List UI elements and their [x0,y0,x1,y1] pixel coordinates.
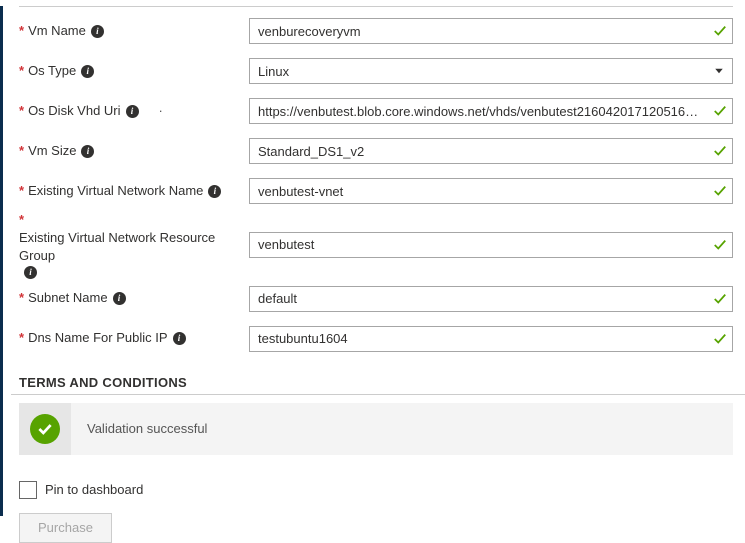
required-asterisk: * [19,211,24,229]
divider-top [19,6,733,7]
required-asterisk: * [19,102,24,120]
info-icon[interactable]: i [173,332,186,345]
info-icon[interactable]: i [24,266,37,279]
extra-dot: · [159,102,163,120]
vm-name-input[interactable] [249,18,733,44]
validation-message: Validation successful [71,421,207,436]
row-dns-name: * Dns Name For Public IP i [19,319,733,359]
info-icon[interactable]: i [113,292,126,305]
vnet-name-input[interactable] [249,178,733,204]
row-vhd-uri: * Os Disk Vhd Uri i · [19,91,733,131]
info-icon[interactable]: i [81,145,94,158]
row-vm-size: * Vm Size i [19,131,733,171]
pin-checkbox[interactable] [19,481,37,499]
label-vm-name: Vm Name [28,22,86,40]
required-asterisk: * [19,142,24,160]
custom-deployment-panel: * Vm Name i * Os Type i Linux [0,6,745,516]
vm-size-input[interactable] [249,138,733,164]
required-asterisk: * [19,22,24,40]
row-vm-name: * Vm Name i [19,11,733,51]
required-asterisk: * [19,62,24,80]
validation-bar: Validation successful [19,403,733,455]
label-vnet-name: Existing Virtual Network Name [28,182,203,200]
terms-heading: TERMS AND CONDITIONS [11,375,745,395]
info-icon[interactable]: i [208,185,221,198]
subnet-input[interactable] [249,286,733,312]
validation-icon-wrap [19,403,71,455]
label-vnet-rg: Existing Virtual Network Resource Group [19,229,241,265]
label-os-type: Os Type [28,62,76,80]
pin-label: Pin to dashboard [45,482,143,497]
os-type-select[interactable]: Linux [249,58,733,84]
row-subnet: * Subnet Name i [19,279,733,319]
info-icon[interactable]: i [126,105,139,118]
check-circle-icon [30,414,60,444]
vhd-uri-input[interactable] [249,98,733,124]
info-icon[interactable]: i [91,25,104,38]
required-asterisk: * [19,289,24,307]
label-vhd-uri: Os Disk Vhd Uri [28,102,120,120]
purchase-button[interactable]: Purchase [19,513,112,543]
dns-name-input[interactable] [249,326,733,352]
label-subnet: Subnet Name [28,289,108,307]
required-asterisk: * [19,329,24,347]
row-vnet-rg: * Existing Virtual Network Resource Grou… [19,211,733,279]
row-os-type: * Os Type i Linux [19,51,733,91]
required-asterisk: * [19,182,24,200]
pin-to-dashboard-row[interactable]: Pin to dashboard [19,481,745,499]
row-vnet-name: * Existing Virtual Network Name i [19,171,733,211]
label-vm-size: Vm Size [28,142,76,160]
vnet-rg-input[interactable] [249,232,733,258]
info-icon[interactable]: i [81,65,94,78]
label-dns-name: Dns Name For Public IP [28,329,167,347]
